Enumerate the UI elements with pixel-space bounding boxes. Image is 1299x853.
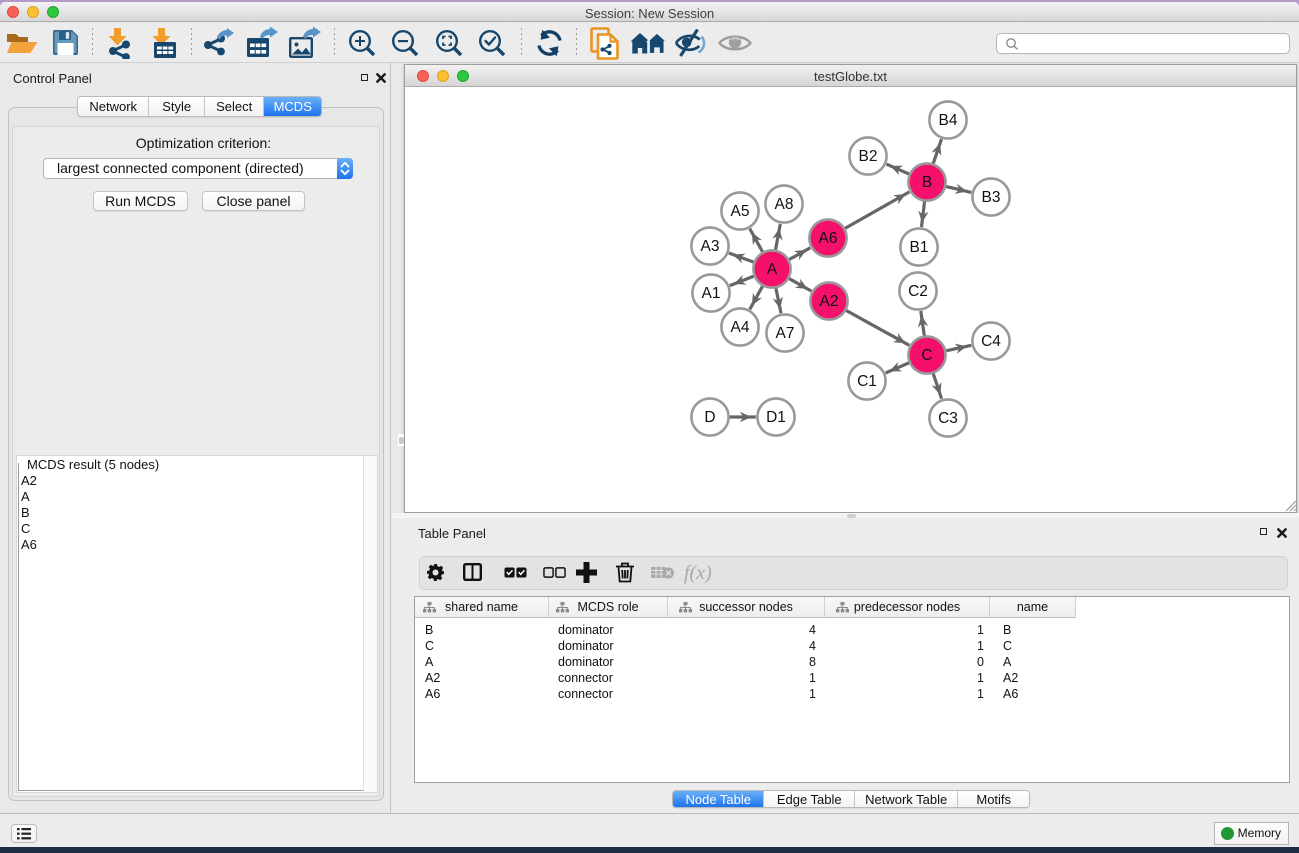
- svg-text:A3: A3: [701, 238, 720, 255]
- svg-text:A5: A5: [731, 203, 750, 220]
- svg-text:A7: A7: [776, 325, 795, 342]
- svg-text:A2: A2: [820, 293, 839, 310]
- svg-text:A: A: [767, 261, 778, 278]
- svg-text:D1: D1: [766, 409, 786, 426]
- svg-text:A4: A4: [731, 319, 750, 336]
- svg-text:C4: C4: [981, 333, 1001, 350]
- svg-text:A1: A1: [702, 285, 721, 302]
- svg-text:B4: B4: [939, 112, 958, 129]
- svg-text:A8: A8: [775, 196, 794, 213]
- svg-text:C1: C1: [857, 373, 877, 390]
- svg-text:B3: B3: [982, 189, 1001, 206]
- svg-text:D: D: [704, 409, 715, 426]
- svg-text:B2: B2: [859, 148, 878, 165]
- svg-text:C3: C3: [938, 410, 958, 427]
- svg-text:C2: C2: [908, 283, 928, 300]
- svg-text:B: B: [922, 174, 932, 191]
- svg-text:B1: B1: [910, 239, 929, 256]
- svg-text:A6: A6: [819, 230, 838, 247]
- svg-text:C: C: [921, 347, 932, 364]
